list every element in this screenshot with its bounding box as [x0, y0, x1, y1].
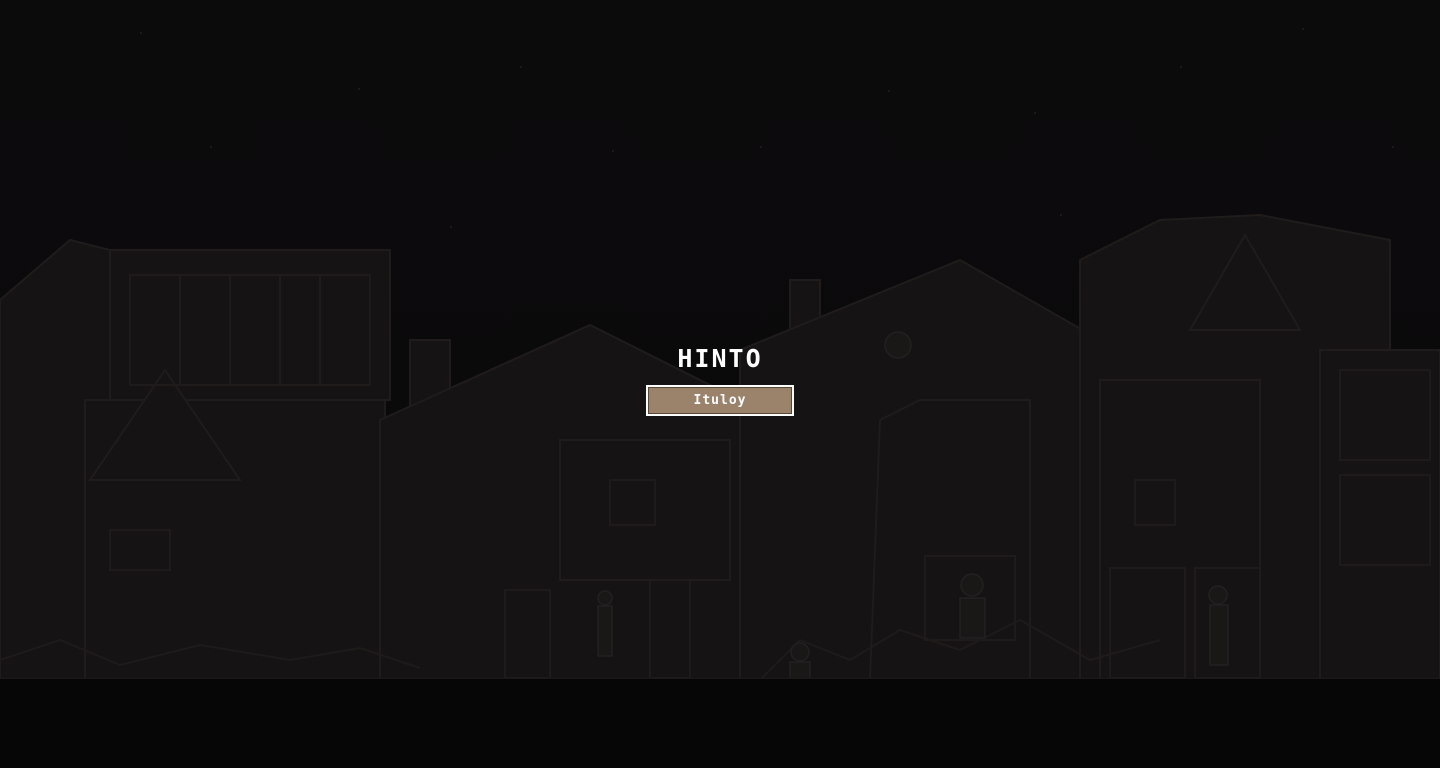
- pause-menu: HINTO Ituloy: [0, 0, 1440, 768]
- pause-title: HINTO: [677, 344, 763, 373]
- resume-button[interactable]: Ituloy: [646, 385, 794, 416]
- game-scene: HINTO Ituloy: [0, 0, 1440, 768]
